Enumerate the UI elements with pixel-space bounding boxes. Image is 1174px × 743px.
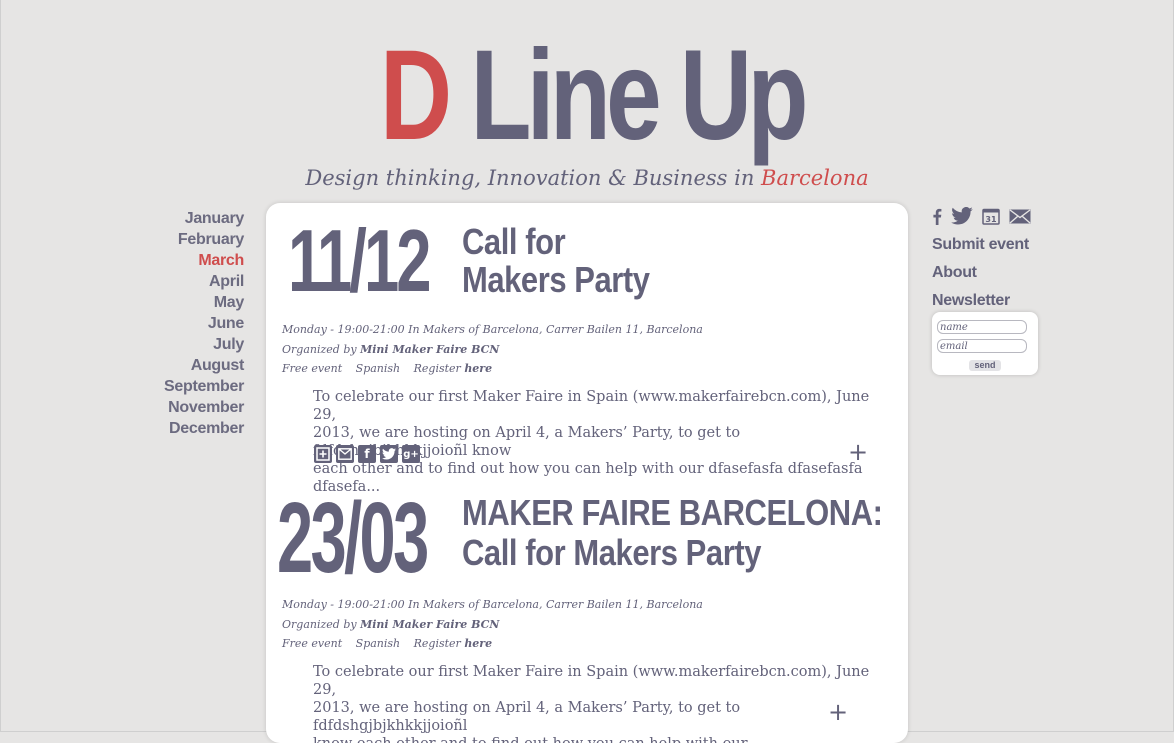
submit-event-link[interactable]: Submit event	[932, 231, 1031, 259]
event-organizer-line: Organized by Mini Maker Faire BCN	[282, 342, 500, 356]
email-icon[interactable]	[1009, 208, 1031, 224]
month-link-november[interactable]: November	[164, 397, 244, 418]
tagline-city: Barcelona	[761, 166, 869, 190]
newsletter-name-input[interactable]	[937, 320, 1027, 334]
event-organizer-line: Organized by Mini Maker Faire BCN	[282, 617, 500, 631]
month-nav: January February March April May June Ju…	[164, 208, 244, 439]
expand-event-button[interactable]: +	[828, 700, 848, 724]
newsletter-email-input[interactable]	[937, 339, 1027, 353]
event-title-line: Call for Makers Party	[462, 532, 761, 573]
share-bar: f g+	[314, 445, 420, 463]
social-links: 31	[932, 206, 1031, 226]
event-title[interactable]: Call for Makers Party	[462, 223, 650, 299]
email-icon[interactable]	[336, 445, 354, 463]
facebook-icon[interactable]: f	[358, 445, 376, 463]
register-link[interactable]: here	[464, 362, 492, 375]
tagline: Design thinking, Innovation & Business i…	[0, 166, 1174, 190]
expand-event-button[interactable]: +	[848, 440, 868, 464]
event-details-line: Free event Spanish Register here	[282, 637, 493, 650]
event-title-line: MAKER FAIRE BARCELONA:	[462, 492, 883, 533]
month-link-january[interactable]: January	[164, 208, 245, 229]
event-when-where: Monday - 19:00-21:00 In Makers of Barcel…	[282, 598, 703, 611]
event-when-where: Monday - 19:00-21:00 In Makers of Barcel…	[282, 323, 703, 336]
tagline-text: Design thinking, Innovation & Business i…	[305, 166, 762, 190]
register-link[interactable]: here	[464, 637, 492, 650]
event-meta: Monday - 19:00-21:00 In Makers of Barcel…	[282, 595, 703, 654]
calendar-day: 31	[985, 215, 997, 224]
event-title-line: Call for	[462, 221, 566, 262]
right-sidebar: 31 Submit event About Newsletter	[932, 206, 1031, 315]
event-price: Free event	[282, 362, 343, 375]
about-link[interactable]: About	[932, 259, 1031, 287]
logo-text: Line Up	[447, 24, 808, 167]
event-organizer[interactable]: Mini Maker Faire BCN	[360, 618, 499, 631]
month-link-may[interactable]: May	[164, 292, 245, 313]
month-link-december[interactable]: December	[164, 418, 244, 439]
calendar-icon[interactable]: 31	[982, 208, 1000, 225]
month-link-february[interactable]: February	[164, 229, 244, 250]
month-link-march[interactable]: March	[164, 250, 244, 271]
event-date: 23/03	[277, 482, 429, 594]
event-title-line: Makers Party	[462, 259, 650, 300]
add-calendar-icon[interactable]	[314, 445, 332, 463]
event-language: Spanish	[355, 637, 401, 650]
event-title[interactable]: MAKER FAIRE BARCELONA: Call for Makers P…	[462, 493, 883, 573]
month-link-august[interactable]: August	[164, 355, 245, 376]
month-link-june[interactable]: June	[164, 313, 244, 334]
google-plus-icon[interactable]: g+	[402, 445, 420, 463]
site-logo[interactable]: D Line Up	[380, 32, 808, 160]
event-language: Spanish	[355, 362, 401, 375]
sidebar-links: Submit event About Newsletter	[932, 231, 1031, 315]
event-date: 11/12	[288, 211, 432, 310]
event-description: To celebrate our first Maker Faire in Sp…	[313, 389, 870, 495]
newsletter-link[interactable]: Newsletter	[932, 287, 1031, 315]
facebook-icon[interactable]	[932, 208, 942, 225]
newsletter-form: send	[932, 312, 1038, 375]
logo-initial: D	[380, 24, 452, 167]
month-link-september[interactable]: September	[164, 376, 244, 397]
twitter-icon[interactable]	[951, 207, 973, 225]
event-details-line: Free event Spanish Register here	[282, 362, 493, 375]
month-link-july[interactable]: July	[164, 334, 244, 355]
event-meta: Monday - 19:00-21:00 In Makers of Barcel…	[282, 320, 703, 379]
event-price: Free event	[282, 637, 343, 650]
event-organizer[interactable]: Mini Maker Faire BCN	[360, 343, 499, 356]
month-link-april[interactable]: April	[164, 271, 244, 292]
event-description: To celebrate our first Maker Faire in Sp…	[313, 664, 870, 743]
twitter-icon[interactable]	[380, 445, 398, 463]
events-panel: 11/12 Call for Makers Party Monday - 19:…	[266, 203, 908, 743]
newsletter-send-button[interactable]: send	[969, 360, 1001, 371]
